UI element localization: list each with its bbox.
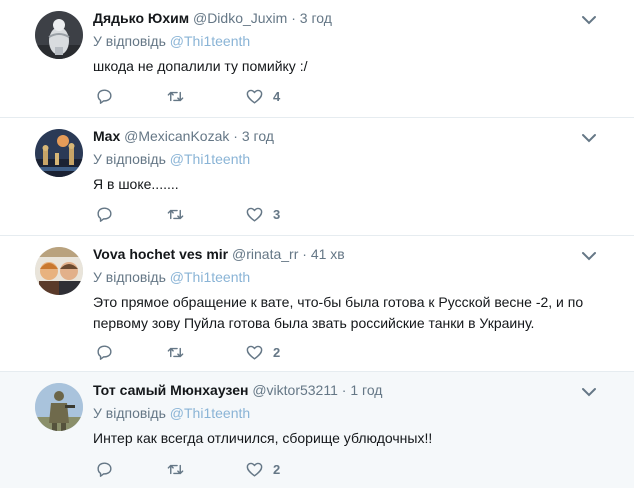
- reply-context: У відповідь @Thi1teenth: [93, 403, 614, 423]
- tweet-text: Я в шоке.......: [93, 176, 179, 192]
- heart-icon: [246, 462, 263, 477]
- retweet-button[interactable]: [166, 343, 185, 362]
- tweet-actions: 4: [95, 87, 332, 106]
- like-count: 3: [273, 207, 281, 222]
- reply-prefix: У відповідь: [93, 405, 166, 421]
- user-fullname[interactable]: Vova hochet ves mir: [93, 246, 228, 262]
- reply-button[interactable]: [95, 87, 114, 106]
- separator-dot: ·: [291, 10, 296, 26]
- tweet-text: Это прямое обращение к вате, что-бы была…: [93, 294, 584, 331]
- reply-handle-link[interactable]: @Thi1teenth: [170, 151, 250, 167]
- user-handle[interactable]: @Didko_Juxim: [193, 10, 287, 26]
- separator-dot: ·: [302, 246, 307, 262]
- retweet-icon: [167, 209, 184, 220]
- user-fullname[interactable]: Тот самый Мюнхаузен: [93, 382, 248, 398]
- tweet-body: Тот самый Мюнхаузен @viktor53211 · 1 год…: [93, 380, 614, 449]
- reply-icon: [97, 462, 112, 477]
- chevron-down-icon[interactable]: [581, 384, 597, 400]
- reply-handle-link[interactable]: @Thi1teenth: [170, 405, 250, 421]
- tweet-header: Дядько Юхим @Didko_Juxim · 3 год: [93, 8, 614, 28]
- like-count: 4: [273, 89, 281, 104]
- like-button[interactable]: 4: [245, 87, 280, 106]
- reply-button[interactable]: [95, 343, 114, 362]
- timestamp[interactable]: 3 год: [242, 128, 274, 144]
- tweet-header: Тот самый Мюнхаузен @viktor53211 · 1 год: [93, 380, 614, 400]
- tweet-text: шкода не допалили ту помийку :/: [93, 58, 308, 74]
- user-handle[interactable]: @MexicanKozak: [124, 128, 229, 144]
- tweet-header: Max @MexicanKozak · 3 год: [93, 126, 614, 146]
- retweet-button[interactable]: [166, 87, 185, 106]
- reply-handle-link[interactable]: @Thi1teenth: [170, 269, 250, 285]
- reply-icon: [97, 89, 112, 104]
- reply-handle-link[interactable]: @Thi1teenth: [170, 33, 250, 49]
- retweet-icon: [167, 347, 184, 358]
- retweet-icon: [167, 91, 184, 102]
- chevron-down-icon[interactable]: [581, 248, 597, 264]
- avatar-photo-soldier: [35, 383, 83, 431]
- chevron-down-icon[interactable]: [581, 12, 597, 28]
- timestamp[interactable]: 1 год: [350, 382, 382, 398]
- tweet-body: Дядько Юхим @Didko_Juxim · 3 год У відпо…: [93, 8, 614, 77]
- like-count: 2: [273, 345, 281, 360]
- avatar[interactable]: [35, 383, 83, 431]
- separator-dot: ·: [233, 128, 238, 144]
- tweet-actions: 3: [95, 205, 332, 224]
- like-button[interactable]: 3: [245, 205, 280, 224]
- reply-context: У відповідь @Thi1teenth: [93, 149, 614, 169]
- separator-dot: ·: [341, 382, 347, 398]
- chevron-down-icon[interactable]: [581, 130, 597, 146]
- retweet-button[interactable]: [166, 460, 185, 479]
- timestamp[interactable]: 3 год: [300, 10, 332, 26]
- user-fullname[interactable]: Max: [93, 128, 120, 144]
- reply-context: У відповідь @Thi1teenth: [93, 267, 614, 287]
- like-button[interactable]: 2: [245, 343, 280, 362]
- tweet-body: Vova hochet ves mir @rinata_rr · 41 хв У…: [93, 244, 614, 334]
- reply-button[interactable]: [95, 205, 114, 224]
- reply-prefix: У відповідь: [93, 269, 166, 285]
- retweet-icon: [167, 464, 184, 475]
- tweet-actions: 2: [95, 460, 332, 479]
- reply-icon: [97, 207, 112, 222]
- reply-context: У відповідь @Thi1teenth: [93, 31, 614, 51]
- heart-icon: [246, 207, 263, 222]
- tweet-header: Vova hochet ves mir @rinata_rr · 41 хв: [93, 244, 614, 264]
- user-handle[interactable]: @viktor53211: [252, 382, 338, 398]
- avatar-photo-night-city: [35, 129, 83, 177]
- avatar[interactable]: [35, 11, 83, 59]
- tweet[interactable]: Тот самый Мюнхаузен @viktor53211 · 1 год…: [0, 372, 634, 488]
- avatar-photo-monument: [35, 11, 83, 59]
- reply-prefix: У відповідь: [93, 33, 166, 49]
- avatar[interactable]: [35, 129, 83, 177]
- tweet[interactable]: Max @MexicanKozak · 3 год У відповідь @T…: [0, 118, 634, 236]
- tweet[interactable]: Дядько Юхим @Didko_Juxim · 3 год У відпо…: [0, 0, 634, 118]
- heart-icon: [246, 345, 263, 360]
- avatar[interactable]: [35, 247, 83, 295]
- user-handle[interactable]: @rinata_rr: [232, 246, 298, 262]
- avatar-photo-two-people: [35, 247, 83, 295]
- tweet-body: Max @MexicanKozak · 3 год У відповідь @T…: [93, 126, 614, 195]
- retweet-button[interactable]: [166, 205, 185, 224]
- reply-prefix: У відповідь: [93, 151, 166, 167]
- tweet-actions: 2: [95, 343, 332, 362]
- tweet-text: Интер как всегда отличился, сборище ублю…: [93, 430, 433, 446]
- like-count: 2: [273, 462, 281, 477]
- replies-feed: Дядько Юхим @Didko_Juxim · 3 год У відпо…: [0, 0, 634, 488]
- heart-icon: [246, 89, 263, 104]
- timestamp[interactable]: 41 хв: [311, 246, 345, 262]
- reply-button[interactable]: [95, 460, 114, 479]
- like-button[interactable]: 2: [245, 460, 280, 479]
- tweet[interactable]: Vova hochet ves mir @rinata_rr · 41 хв У…: [0, 236, 634, 372]
- user-fullname[interactable]: Дядько Юхим: [93, 10, 189, 26]
- reply-icon: [97, 345, 112, 360]
